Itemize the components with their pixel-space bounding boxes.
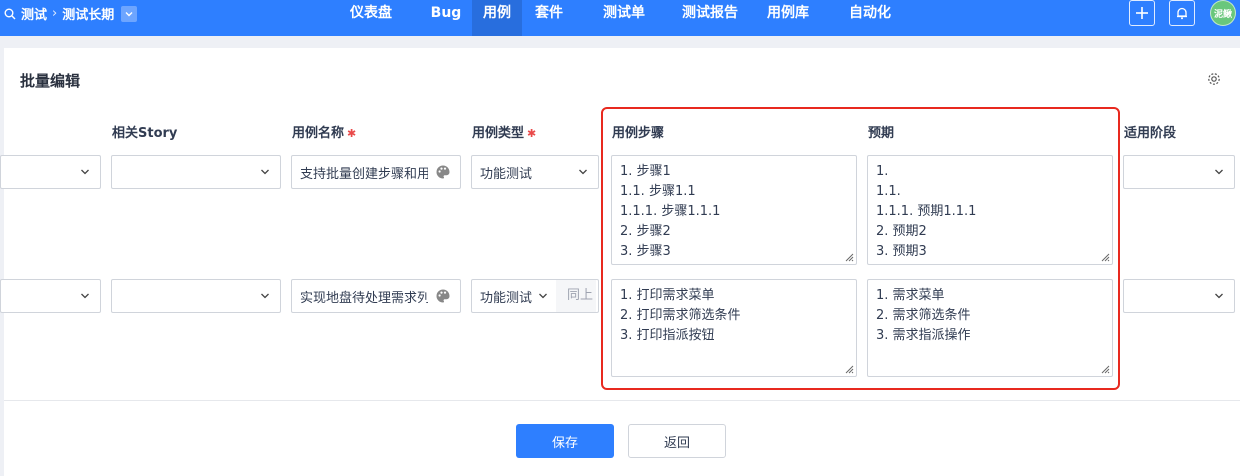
nav-item-suite[interactable]: 套件 (527, 0, 571, 36)
chevron-down-icon (261, 169, 269, 175)
column-header-stage: 适用阶段 (1124, 126, 1177, 141)
module-select[interactable] (0, 279, 101, 313)
divider (4, 400, 1240, 401)
palette-icon[interactable] (435, 288, 451, 304)
stage-select[interactable] (1123, 155, 1235, 189)
gear-icon[interactable] (1207, 72, 1221, 86)
nav-item-dashboard[interactable]: 仪表盘 (343, 0, 399, 36)
nav-item-automation[interactable]: 自动化 (842, 0, 898, 36)
required-mark: ✱ (347, 127, 357, 140)
nav-item-testcase[interactable]: 用例 (472, 0, 522, 36)
column-header-title-label: 用例名称 (292, 126, 345, 141)
title-input[interactable]: 实现地盘待处理需求列 (291, 279, 461, 313)
chevron-down-icon (81, 293, 89, 299)
chevron-down-icon (81, 169, 89, 175)
breadcrumb-product[interactable]: 测试 (21, 4, 47, 23)
ditto-label[interactable]: 同上 (556, 280, 596, 312)
nav-item-bug[interactable]: Bug (425, 0, 467, 36)
stage-select[interactable] (1123, 279, 1235, 313)
bell-icon (1177, 7, 1187, 20)
nav-item-testreport[interactable]: 测试报告 (664, 0, 756, 36)
column-header-type: 用例类型 ✱ (472, 122, 536, 141)
chevron-down-icon (1215, 169, 1223, 175)
nav-item-testtask[interactable]: 测试单 (596, 0, 652, 36)
title-input[interactable]: 支持批量创建步骤和用 (291, 155, 461, 189)
breadcrumb-separator: › (52, 6, 58, 21)
title-value: 支持批量创建步骤和用 (300, 166, 428, 182)
nav-item-caselib[interactable]: 用例库 (760, 0, 816, 36)
column-header-title: 用例名称 ✱ (292, 122, 356, 141)
column-header-type-label: 用例类型 (472, 126, 525, 141)
required-mark: ✱ (527, 127, 537, 140)
column-header-story: 相关Story (112, 126, 178, 141)
page-title: 批量编辑 (20, 72, 81, 90)
title-value: 实现地盘待处理需求列 (300, 290, 428, 306)
project-dropdown-button[interactable] (121, 5, 138, 22)
palette-icon[interactable] (435, 164, 451, 180)
chevron-down-icon (539, 293, 547, 299)
type-value: 功能测试 (480, 290, 533, 306)
breadcrumb-project[interactable]: 测试长期 (62, 4, 114, 23)
breadcrumb: 测试 › 测试长期 (4, 4, 138, 23)
chevron-down-icon (261, 293, 269, 299)
save-button[interactable]: 保存 (516, 424, 614, 458)
plus-icon (1136, 7, 1148, 19)
type-select[interactable]: 功能测试 同上 (471, 279, 599, 313)
highlight-box (601, 107, 1120, 390)
type-value: 功能测试 (480, 166, 533, 182)
batch-edit-panel: 批量编辑 相关Story 用例名称 ✱ 用例类型 ✱ 用例步骤 预期 适用阶段 支持… (0, 48, 1240, 476)
search-icon[interactable] (4, 8, 16, 20)
create-button[interactable] (1129, 0, 1155, 26)
chevron-down-icon (125, 11, 133, 16)
type-select[interactable]: 功能测试 (471, 155, 599, 189)
story-select[interactable] (111, 155, 281, 189)
back-button[interactable]: 返回 (628, 424, 726, 458)
top-navbar: 测试 › 测试长期 仪表盘 Bug 用例 套件 测试单 测试报告 用例库 自动化… (0, 0, 1240, 36)
user-avatar[interactable]: 泥鳅 (1210, 0, 1236, 26)
module-select[interactable] (0, 155, 101, 189)
chevron-down-icon (1215, 293, 1223, 299)
notifications-button[interactable] (1169, 0, 1195, 26)
chevron-down-icon (579, 169, 587, 175)
story-select[interactable] (111, 279, 281, 313)
